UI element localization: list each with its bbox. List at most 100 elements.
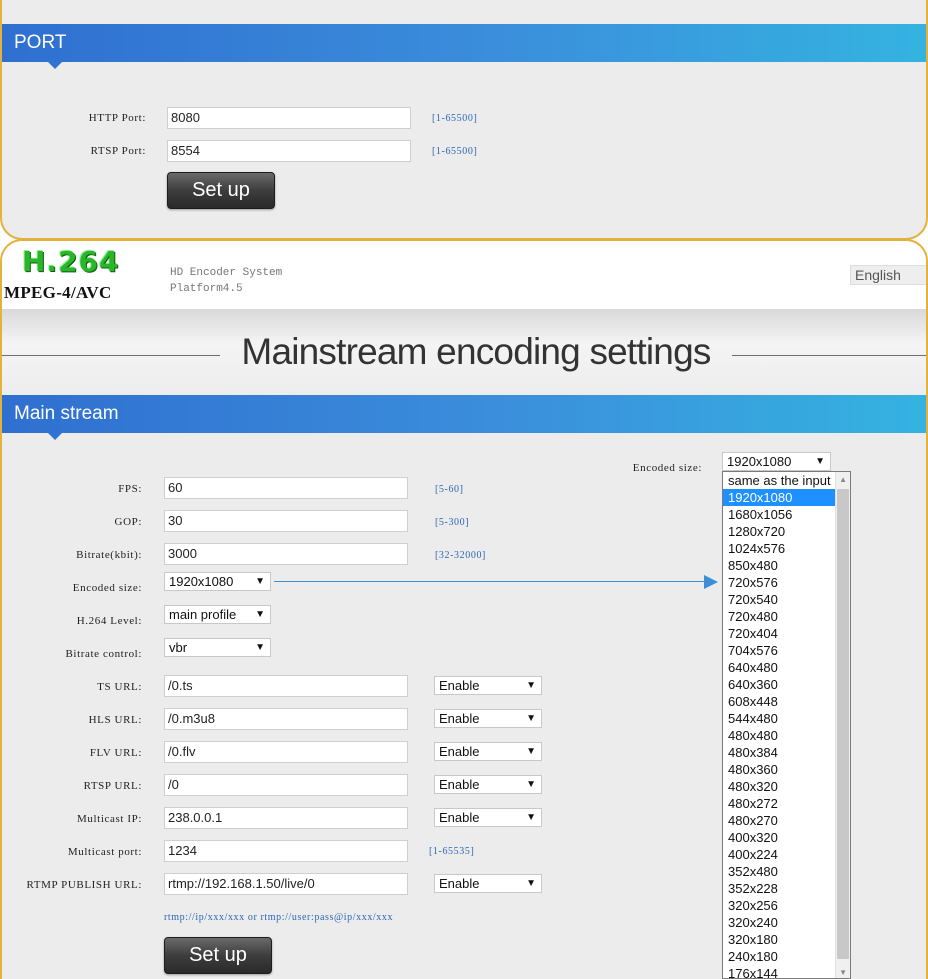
rtsp-url-state: Enable: [439, 777, 480, 792]
encoded-size-top-select[interactable]: 1920x1080 ▼: [722, 452, 831, 471]
http-port-label: HTTP Port:: [88, 112, 146, 124]
ts-url-state: Enable: [439, 678, 480, 693]
multicast-port-hint: [1-65535]: [429, 846, 475, 857]
chevron-down-icon: ▼: [815, 456, 825, 467]
dropdown-option[interactable]: 480x320: [723, 778, 835, 795]
port-setup-button[interactable]: Set up: [167, 172, 275, 209]
rtmp-state-select[interactable]: Enable ▼: [434, 874, 542, 893]
dropdown-option[interactable]: 176x144: [723, 965, 835, 978]
gop-label: GOP:: [114, 516, 142, 528]
rtsp-url-state-select[interactable]: Enable ▼: [434, 775, 542, 794]
multicast-port-input[interactable]: 1234: [164, 840, 408, 862]
scrollbar-thumb[interactable]: [837, 489, 849, 959]
section-notch: [48, 433, 62, 440]
h264-level-select[interactable]: main profile ▼: [164, 605, 271, 624]
dropdown-option[interactable]: 720x540: [723, 591, 835, 608]
multicast-ip-state-select[interactable]: Enable ▼: [434, 808, 542, 827]
dropdown-option[interactable]: 480x270: [723, 812, 835, 829]
multicast-ip-input[interactable]: 238.0.0.1: [164, 807, 408, 829]
dropdown-option[interactable]: 1280x720: [723, 523, 835, 540]
dropdown-option[interactable]: 544x480: [723, 710, 835, 727]
dropdown-items: same as the input 1920x1080 1680x1056 1280x…: [723, 472, 850, 978]
port-section-header: PORT: [2, 24, 926, 69]
bitrate-hint: [32-32000]: [435, 550, 486, 561]
chevron-down-icon: ▼: [526, 680, 536, 691]
dropdown-option[interactable]: 352x480: [723, 863, 835, 880]
multicast-ip-state: Enable: [439, 810, 480, 825]
chevron-down-icon: ▼: [526, 812, 536, 823]
multicast-ip-label: Multicast IP:: [77, 813, 142, 825]
port-section-title: PORT: [14, 32, 67, 53]
ts-url-input[interactable]: /0.ts: [164, 675, 408, 697]
rtsp-port-input[interactable]: 8554: [167, 140, 411, 162]
rtmp-url-label: RTMP PUBLISH URL:: [26, 879, 142, 891]
gop-hint: [5-300]: [435, 517, 470, 528]
fps-input[interactable]: 60: [164, 477, 408, 499]
arrow-right-icon: [704, 575, 718, 589]
hls-url-input[interactable]: /0.m3u8: [164, 708, 408, 730]
rtsp-url-input[interactable]: /0: [164, 774, 408, 796]
dropdown-option[interactable]: 240x180: [723, 948, 835, 965]
dropdown-option[interactable]: 640x480: [723, 659, 835, 676]
dropdown-option[interactable]: 320x256: [723, 897, 835, 914]
gop-input[interactable]: 30: [164, 510, 408, 532]
rtmp-url-input[interactable]: rtmp://192.168.1.50/live/0: [164, 873, 408, 895]
dropdown-scrollbar[interactable]: ▲ ▼: [835, 472, 850, 978]
encoded-size-dropdown-list[interactable]: same as the input 1920x1080 1680x1056 1280x…: [722, 471, 851, 979]
bitrate-control-label: Bitrate control:: [65, 648, 142, 660]
encoded-size-select[interactable]: 1920x1080 ▼: [164, 572, 271, 591]
chevron-down-icon: ▼: [255, 642, 265, 653]
flv-url-state: Enable: [439, 744, 480, 759]
encoded-size-label: Encoded size:: [72, 582, 142, 594]
flv-url-input[interactable]: /0.flv: [164, 741, 408, 763]
dropdown-option[interactable]: 480x480: [723, 727, 835, 744]
hls-url-state: Enable: [439, 711, 480, 726]
chevron-down-icon: ▼: [526, 878, 536, 889]
dropdown-option[interactable]: 480x272: [723, 795, 835, 812]
scroll-up-icon[interactable]: ▲: [839, 475, 847, 484]
chevron-down-icon: ▼: [255, 609, 265, 620]
dropdown-option[interactable]: 1024x576: [723, 540, 835, 557]
dropdown-option[interactable]: 720x404: [723, 625, 835, 642]
http-port-hint: [1-65500]: [432, 113, 478, 124]
dropdown-option[interactable]: 1680x1056: [723, 506, 835, 523]
bitrate-control-select[interactable]: vbr ▼: [164, 638, 271, 657]
dropdown-option[interactable]: 1920x1080: [723, 489, 835, 506]
dropdown-option[interactable]: 640x360: [723, 676, 835, 693]
section-notch: [48, 62, 62, 69]
title-divider-right: [732, 355, 926, 356]
chevron-down-icon: ▼: [526, 713, 536, 724]
dropdown-option[interactable]: 480x360: [723, 761, 835, 778]
dropdown-option[interactable]: 400x320: [723, 829, 835, 846]
dropdown-option[interactable]: 480x384: [723, 744, 835, 761]
port-panel: PORT HTTP Port: 8080 [1-65500] RTSP Port…: [0, 0, 928, 240]
bitrate-input[interactable]: 3000: [164, 543, 408, 565]
bitrate-label: Bitrate(kbit):: [76, 549, 142, 561]
hls-url-state-select[interactable]: Enable ▼: [434, 709, 542, 728]
title-divider-left: [2, 355, 220, 356]
flv-url-state-select[interactable]: Enable ▼: [434, 742, 542, 761]
main-stream-section-header: Main stream: [2, 395, 926, 440]
dropdown-option[interactable]: 704x576: [723, 642, 835, 659]
http-port-input[interactable]: 8080: [167, 107, 411, 129]
rtmp-state: Enable: [439, 876, 480, 891]
multicast-port-label: Multicast port:: [67, 846, 142, 858]
dropdown-option[interactable]: 720x576: [723, 574, 835, 591]
system-name: HD Encoder System: [170, 267, 283, 279]
dropdown-option[interactable]: 720x480: [723, 608, 835, 625]
language-select[interactable]: English: [850, 265, 926, 285]
encoded-size-top-value: 1920x1080: [727, 454, 792, 469]
dropdown-option[interactable]: 608x448: [723, 693, 835, 710]
dropdown-option[interactable]: 320x240: [723, 914, 835, 931]
mpeg-logo: MPEG-4/AVC: [4, 283, 112, 302]
dropdown-option[interactable]: same as the input: [723, 472, 835, 489]
chevron-down-icon: ▼: [526, 746, 536, 757]
ts-url-state-select[interactable]: Enable ▼: [434, 676, 542, 695]
main-stream-setup-button[interactable]: Set up: [164, 937, 272, 974]
scroll-down-icon[interactable]: ▼: [839, 968, 847, 977]
dropdown-option[interactable]: 850x480: [723, 557, 835, 574]
fps-hint: [5-60]: [435, 484, 464, 495]
dropdown-option[interactable]: 320x180: [723, 931, 835, 948]
dropdown-option[interactable]: 352x228: [723, 880, 835, 897]
dropdown-option[interactable]: 400x224: [723, 846, 835, 863]
